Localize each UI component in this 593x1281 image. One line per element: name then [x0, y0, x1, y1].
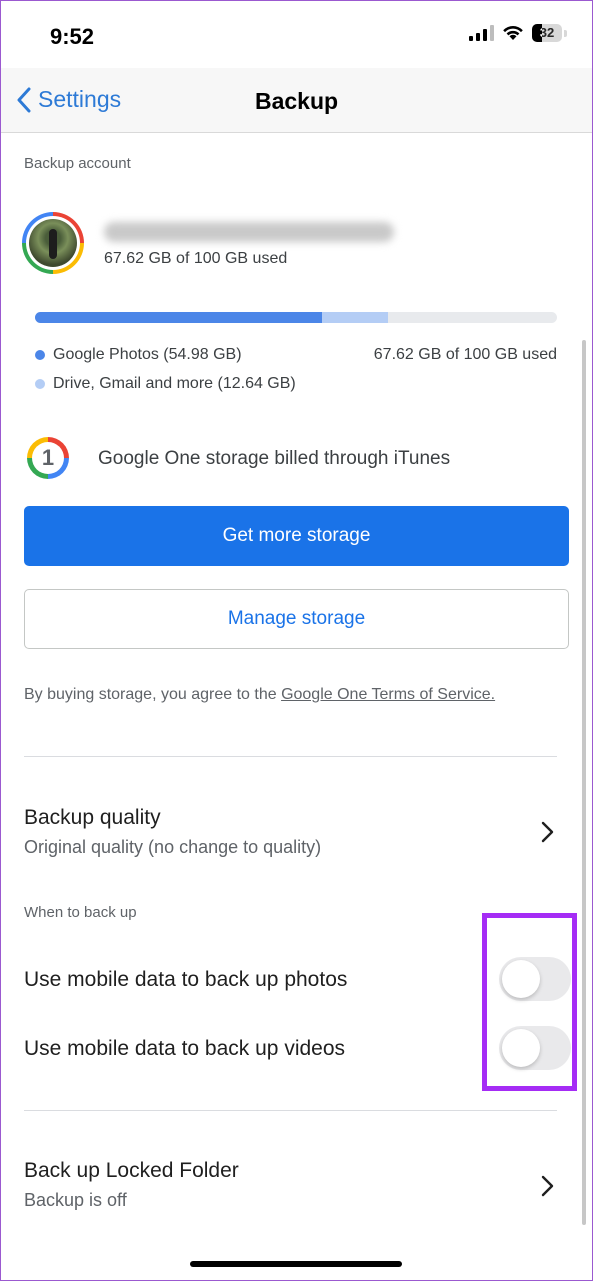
storage-total: 67.62 GB of 100 GB used — [373, 346, 557, 363]
status-icons: 32 — [469, 24, 567, 42]
cellular-signal-icon — [469, 25, 494, 41]
divider — [24, 1110, 557, 1111]
home-indicator[interactable] — [190, 1261, 402, 1267]
manage-storage-button[interactable]: Manage storage — [24, 589, 569, 649]
chevron-right-icon — [541, 1175, 554, 1197]
avatar[interactable] — [22, 212, 84, 274]
terms-text: By buying storage, you agree to the Goog… — [24, 686, 495, 704]
get-more-storage-button[interactable]: Get more storage — [24, 506, 569, 566]
terms-prefix: By buying storage, you agree to the — [24, 686, 282, 703]
battery-tip — [564, 29, 567, 37]
google-one-logo-numeral: 1 — [32, 442, 64, 474]
backup-quality-subtitle: Original quality (no change to quality) — [24, 837, 322, 857]
wifi-icon — [503, 25, 523, 40]
legend-dot-other — [35, 379, 45, 389]
legend-photos: Google Photos (54.98 GB) — [35, 346, 242, 364]
legend-dot-photos — [35, 350, 45, 360]
locked-folder-subtitle: Backup is off — [24, 1190, 127, 1210]
storage-usage-bar — [35, 312, 557, 323]
terms-of-service-link[interactable]: Google One Terms of Service. — [281, 686, 495, 703]
storage-bar-photos — [35, 312, 322, 323]
account-usage: 67.62 GB of 100 GB used — [104, 250, 288, 267]
battery-level: 32 — [539, 25, 555, 40]
legend-photos-label: Google Photos (54.98 GB) — [53, 346, 242, 363]
battery-icon: 32 — [532, 24, 562, 42]
status-time: 9:52 — [50, 24, 95, 49]
page-title: Backup — [254, 88, 339, 114]
google-one-logo-icon: 1 — [27, 437, 69, 479]
mobile-data-photos-label: Use mobile data to back up photos — [24, 968, 348, 991]
storage-bar-other — [321, 312, 388, 323]
mobile-data-videos-label: Use mobile data to back up videos — [24, 1037, 346, 1060]
divider — [24, 756, 557, 757]
backup-account-label: Backup account — [24, 155, 131, 172]
highlight-box — [482, 913, 577, 1091]
scrollbar[interactable] — [582, 340, 586, 1225]
google-one-billing-text: Google One storage billed through iTunes — [98, 448, 451, 469]
navigation-bar: Settings Backup — [0, 68, 593, 133]
legend-other-label: Drive, Gmail and more (12.64 GB) — [53, 375, 296, 392]
legend-other: Drive, Gmail and more (12.64 GB) — [35, 375, 296, 393]
account-email-redacted — [104, 222, 394, 242]
avatar-frame — [26, 216, 80, 270]
chevron-right-icon — [541, 821, 554, 843]
backup-quality-title: Backup quality — [24, 806, 161, 829]
locked-folder-title: Back up Locked Folder — [24, 1159, 239, 1182]
when-to-back-up-label: When to back up — [24, 904, 137, 921]
avatar-photo — [29, 219, 77, 267]
avatar-person — [49, 229, 57, 259]
